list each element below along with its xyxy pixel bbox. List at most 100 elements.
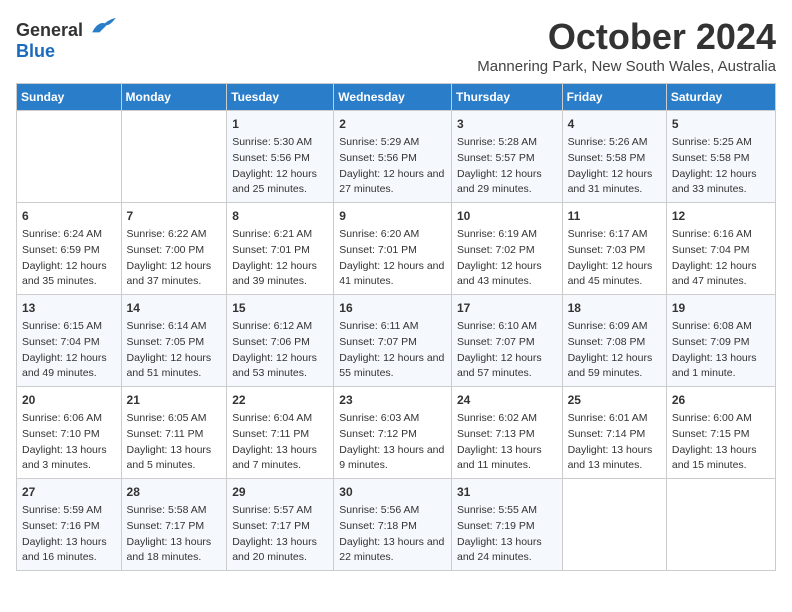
day-number: 4 (568, 115, 661, 133)
daylight-text: Daylight: 13 hours and 7 minutes. (232, 443, 328, 475)
sunrise-text: Sunrise: 6:20 AM (339, 227, 446, 243)
day-number: 3 (457, 115, 557, 133)
sunrise-text: Sunrise: 6:17 AM (568, 227, 661, 243)
sunrise-text: Sunrise: 6:19 AM (457, 227, 557, 243)
sunset-text: Sunset: 7:07 PM (339, 335, 446, 351)
daylight-text: Daylight: 13 hours and 24 minutes. (457, 535, 557, 567)
calendar-cell: 7Sunrise: 6:22 AMSunset: 7:00 PMDaylight… (121, 203, 227, 295)
sunrise-text: Sunrise: 5:28 AM (457, 135, 557, 151)
page-header: General Blue October 2024 Mannering Park… (16, 16, 776, 75)
sunrise-text: Sunrise: 6:05 AM (127, 411, 222, 427)
calendar-cell: 21 Sunrise: 6:05 AMSunset: 7:11 PMDayligh… (121, 387, 227, 479)
calendar-week-row: 20Sunrise: 6:06 AMSunset: 7:10 PMDayligh… (17, 387, 776, 479)
sunrise-text: Sunrise: 5:25 AM (672, 135, 770, 151)
day-header-monday: Monday (121, 84, 227, 111)
sunset-text: Sunset: 7:01 PM (232, 243, 328, 259)
sunrise-text: Sunrise: 6:22 AM (127, 227, 222, 243)
calendar-cell: 22Sunrise: 6:04 AMSunset: 7:11 PMDayligh… (227, 387, 334, 479)
day-number: 5 (672, 115, 770, 133)
calendar-cell: 10 Sunrise: 6:19 AMSunset: 7:02 PMDayligh… (451, 203, 562, 295)
daylight-text: Daylight: 13 hours and 15 minutes. (672, 443, 770, 475)
daylight-text: Daylight: 12 hours and 49 minutes. (22, 351, 116, 383)
day-header-thursday: Thursday (451, 84, 562, 111)
title-block: October 2024 Mannering Park, New South W… (477, 16, 776, 75)
calendar-week-row: 1Sunrise: 5:30 AMSunset: 5:56 PMDaylight… (17, 111, 776, 203)
day-number: 10 (457, 207, 557, 225)
calendar-cell: 19Sunrise: 6:08 AMSunset: 7:09 PMDayligh… (666, 295, 775, 387)
sunset-text: Sunset: 7:01 PM (339, 243, 446, 259)
daylight-text: Daylight: 13 hours and 16 minutes. (22, 535, 116, 567)
daylight-text: Daylight: 12 hours and 45 minutes. (568, 259, 661, 291)
sunset-text: Sunset: 7:11 PM (127, 427, 222, 443)
sunset-text: Sunset: 7:17 PM (127, 519, 222, 535)
sunrise-text: Sunrise: 6:09 AM (568, 319, 661, 335)
daylight-text: Daylight: 13 hours and 13 minutes. (568, 443, 661, 475)
sunrise-text: Sunrise: 6:00 AM (672, 411, 770, 427)
sunset-text: Sunset: 7:08 PM (568, 335, 661, 351)
sunrise-text: Sunrise: 6:01 AM (568, 411, 661, 427)
daylight-text: Daylight: 12 hours and 37 minutes. (127, 259, 222, 291)
sunrise-text: Sunrise: 6:21 AM (232, 227, 328, 243)
calendar-cell: 23Sunrise: 6:03 AMSunset: 7:12 PMDayligh… (334, 387, 452, 479)
calendar-cell: 27Sunrise: 5:59 AMSunset: 7:16 PMDayligh… (17, 479, 122, 571)
calendar-week-row: 13Sunrise: 6:15 AMSunset: 7:04 PMDayligh… (17, 295, 776, 387)
day-number: 29 (232, 483, 328, 501)
daylight-text: Daylight: 12 hours and 57 minutes. (457, 351, 557, 383)
daylight-text: Daylight: 12 hours and 59 minutes. (568, 351, 661, 383)
sunset-text: Sunset: 7:03 PM (568, 243, 661, 259)
sunset-text: Sunset: 7:06 PM (232, 335, 328, 351)
sunrise-text: Sunrise: 6:15 AM (22, 319, 116, 335)
daylight-text: Daylight: 12 hours and 25 minutes. (232, 167, 328, 199)
logo-general: General (16, 20, 83, 40)
calendar-cell: 29Sunrise: 5:57 AMSunset: 7:17 PMDayligh… (227, 479, 334, 571)
daylight-text: Daylight: 12 hours and 27 minutes. (339, 167, 446, 199)
day-header-wednesday: Wednesday (334, 84, 452, 111)
daylight-text: Daylight: 12 hours and 51 minutes. (127, 351, 222, 383)
day-number: 30 (339, 483, 446, 501)
day-header-saturday: Saturday (666, 84, 775, 111)
sunrise-text: Sunrise: 5:58 AM (127, 503, 222, 519)
day-number: 16 (339, 299, 446, 317)
sunset-text: Sunset: 7:15 PM (672, 427, 770, 443)
sunrise-text: Sunrise: 6:11 AM (339, 319, 446, 335)
calendar-cell: 17Sunrise: 6:10 AMSunset: 7:07 PMDayligh… (451, 295, 562, 387)
sunrise-text: Sunrise: 6:03 AM (339, 411, 446, 427)
day-number: 25 (568, 391, 661, 409)
daylight-text: Daylight: 13 hours and 3 minutes. (22, 443, 116, 475)
logo-text: General (16, 16, 118, 41)
daylight-text: Daylight: 13 hours and 5 minutes. (127, 443, 222, 475)
daylight-text: Daylight: 13 hours and 9 minutes. (339, 443, 446, 475)
calendar-cell: 14Sunrise: 6:14 AMSunset: 7:05 PMDayligh… (121, 295, 227, 387)
daylight-text: Daylight: 12 hours and 53 minutes. (232, 351, 328, 383)
day-number: 24 (457, 391, 557, 409)
daylight-text: Daylight: 12 hours and 43 minutes. (457, 259, 557, 291)
sunset-text: Sunset: 7:14 PM (568, 427, 661, 443)
sunset-text: Sunset: 6:59 PM (22, 243, 116, 259)
calendar-header: SundayMondayTuesdayWednesdayThursdayFrid… (17, 84, 776, 111)
sunset-text: Sunset: 7:02 PM (457, 243, 557, 259)
day-number: 1 (232, 115, 328, 133)
calendar-cell (666, 479, 775, 571)
day-number: 14 (127, 299, 222, 317)
daylight-text: Daylight: 13 hours and 20 minutes. (232, 535, 328, 567)
daylight-text: Daylight: 13 hours and 18 minutes. (127, 535, 222, 567)
day-number: 12 (672, 207, 770, 225)
day-number: 22 (232, 391, 328, 409)
day-number: 17 (457, 299, 557, 317)
day-header-sunday: Sunday (17, 84, 122, 111)
header-row: SundayMondayTuesdayWednesdayThursdayFrid… (17, 84, 776, 111)
calendar-cell (121, 111, 227, 203)
daylight-text: Daylight: 12 hours and 35 minutes. (22, 259, 116, 291)
day-number: 2 (339, 115, 446, 133)
sunrise-text: Sunrise: 6:12 AM (232, 319, 328, 335)
sunrise-text: Sunrise: 6:04 AM (232, 411, 328, 427)
day-number: 13 (22, 299, 116, 317)
sunrise-text: Sunrise: 5:30 AM (232, 135, 328, 151)
day-number: 11 (568, 207, 661, 225)
day-number: 23 (339, 391, 446, 409)
calendar-cell: 30Sunrise: 5:56 AMSunset: 7:18 PMDayligh… (334, 479, 452, 571)
day-number: 15 (232, 299, 328, 317)
day-number: 21 (127, 391, 222, 409)
sunrise-text: Sunrise: 6:24 AM (22, 227, 116, 243)
sunrise-text: Sunrise: 6:10 AM (457, 319, 557, 335)
